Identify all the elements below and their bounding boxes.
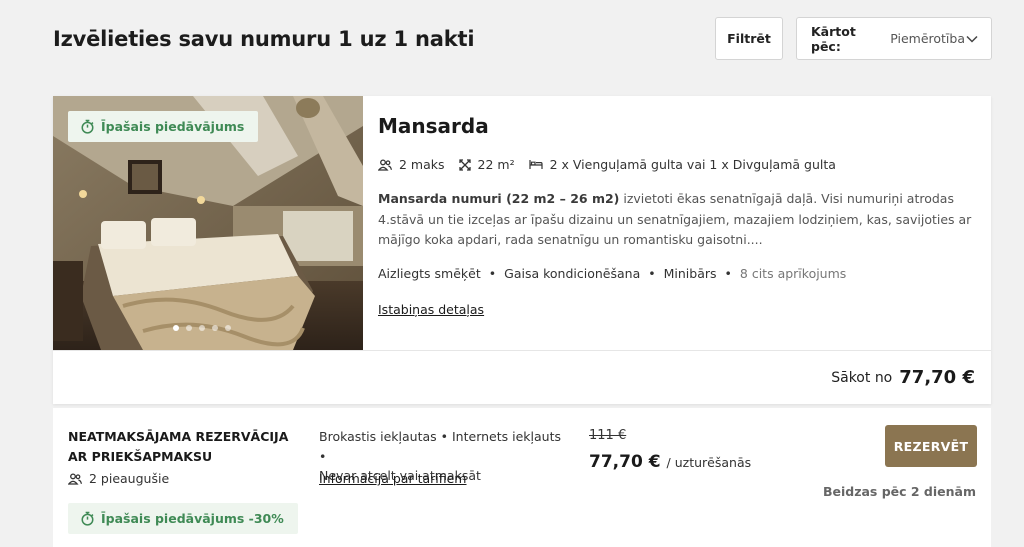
spec-area-label: 22 m² bbox=[477, 157, 515, 172]
sort-label: Kārtot pēc: bbox=[811, 23, 856, 54]
room-specs: 2 maks 22 m² 2 x Vienguļamā gulta vai 1 … bbox=[378, 157, 850, 172]
gallery-dots bbox=[173, 325, 231, 331]
spec-guests-label: 2 maks bbox=[399, 157, 445, 172]
rate-title: NEATMAKSĀJAMA REZERVĀCIJA AR PRIEKŠAPMAK… bbox=[68, 429, 289, 464]
sort-value: Piemērotība bbox=[890, 31, 965, 46]
special-offer-badge-label: Īpašais piedāvājums bbox=[101, 119, 245, 134]
rate-price: 77,70 € / uzturēšanās bbox=[589, 452, 751, 472]
room-description-highlight: Mansarda numuri (22 m2 – 26 m2) bbox=[378, 191, 620, 206]
amenities-list: Aizliegts smēķēt • Gaisa kondicionēšana … bbox=[378, 266, 846, 281]
gallery-dot[interactable] bbox=[199, 325, 205, 331]
rate-guests-label: 2 pieaugušie bbox=[89, 471, 170, 486]
special-offer-badge: Īpašais piedāvājums bbox=[68, 111, 259, 142]
gallery-dot[interactable] bbox=[173, 325, 179, 331]
amenity-separator: • bbox=[648, 266, 656, 281]
page-title: Izvēlieties savu numuru 1 uz 1 nakti bbox=[53, 27, 475, 51]
gallery-dot[interactable] bbox=[212, 325, 218, 331]
chevron-down-icon bbox=[965, 32, 979, 46]
amenity-separator: • bbox=[724, 266, 732, 281]
rate-guests: 2 pieaugušie bbox=[68, 471, 169, 486]
amenities-more[interactable]: 8 cits aprīkojums bbox=[740, 266, 846, 281]
filter-button-label: Filtrēt bbox=[727, 31, 771, 46]
room-photo[interactable]: Īpašais piedāvājums bbox=[53, 96, 363, 350]
tariff-info-link[interactable]: Informācija par tarifiem bbox=[319, 471, 467, 486]
rate-inclusions-line: Brokastis iekļautas • Internets iekļauts… bbox=[319, 429, 561, 464]
amenity-item: Gaisa kondicionēšana bbox=[504, 266, 641, 281]
stopwatch-icon bbox=[80, 119, 95, 134]
gallery-dot[interactable] bbox=[225, 325, 231, 331]
amenity-item: Minibārs bbox=[663, 266, 717, 281]
room-details-link[interactable]: Istabiņas detaļas bbox=[378, 302, 484, 317]
rate-discount-badge: Īpašais piedāvājums -30% bbox=[68, 503, 298, 534]
stopwatch-icon bbox=[80, 511, 95, 526]
rate-price-amount: 77,70 € bbox=[589, 452, 661, 472]
spec-guests: 2 maks bbox=[378, 157, 445, 172]
spec-beds: 2 x Vienguļamā gulta vai 1 x Divguļamā g… bbox=[528, 157, 836, 172]
offer-expiry: Beidzas pēc 2 dienām bbox=[822, 484, 976, 499]
people-icon bbox=[68, 472, 82, 485]
room-name: Mansarda bbox=[378, 114, 489, 138]
room-price: 77,70 € bbox=[899, 367, 975, 388]
old-price: 111 € bbox=[589, 428, 627, 443]
amenity-item: Aizliegts smēķēt bbox=[378, 266, 481, 281]
room-description: Mansarda numuri (22 m2 – 26 m2) izvietot… bbox=[378, 189, 978, 251]
amenity-separator: • bbox=[488, 266, 497, 281]
people-icon bbox=[378, 158, 392, 171]
rate-discount-badge-label: Īpašais piedāvājums -30% bbox=[101, 511, 284, 526]
price-prefix: Sākot no bbox=[831, 369, 893, 386]
room-price-bar: Sākot no 77,70 € bbox=[53, 350, 991, 404]
rate-price-unit: / uzturēšanās bbox=[666, 455, 752, 470]
rate-card: NEATMAKSĀJAMA REZERVĀCIJA AR PRIEKŠAPMAK… bbox=[53, 408, 991, 547]
sort-dropdown[interactable]: Kārtot pēc: Piemērotība bbox=[796, 17, 992, 60]
spec-area: 22 m² bbox=[458, 157, 515, 172]
reserve-button[interactable]: REZERVĒT bbox=[885, 425, 977, 467]
reserve-button-label: REZERVĒT bbox=[893, 438, 969, 454]
filter-button[interactable]: Filtrēt bbox=[715, 17, 783, 60]
expand-arrows-icon bbox=[458, 158, 471, 171]
spec-beds-label: 2 x Vienguļamā gulta vai 1 x Divguļamā g… bbox=[549, 157, 836, 172]
gallery-dot[interactable] bbox=[186, 325, 192, 331]
room-card: Īpašais piedāvājums Mansarda 2 maks 22 m… bbox=[53, 96, 991, 404]
bed-icon bbox=[528, 159, 543, 170]
